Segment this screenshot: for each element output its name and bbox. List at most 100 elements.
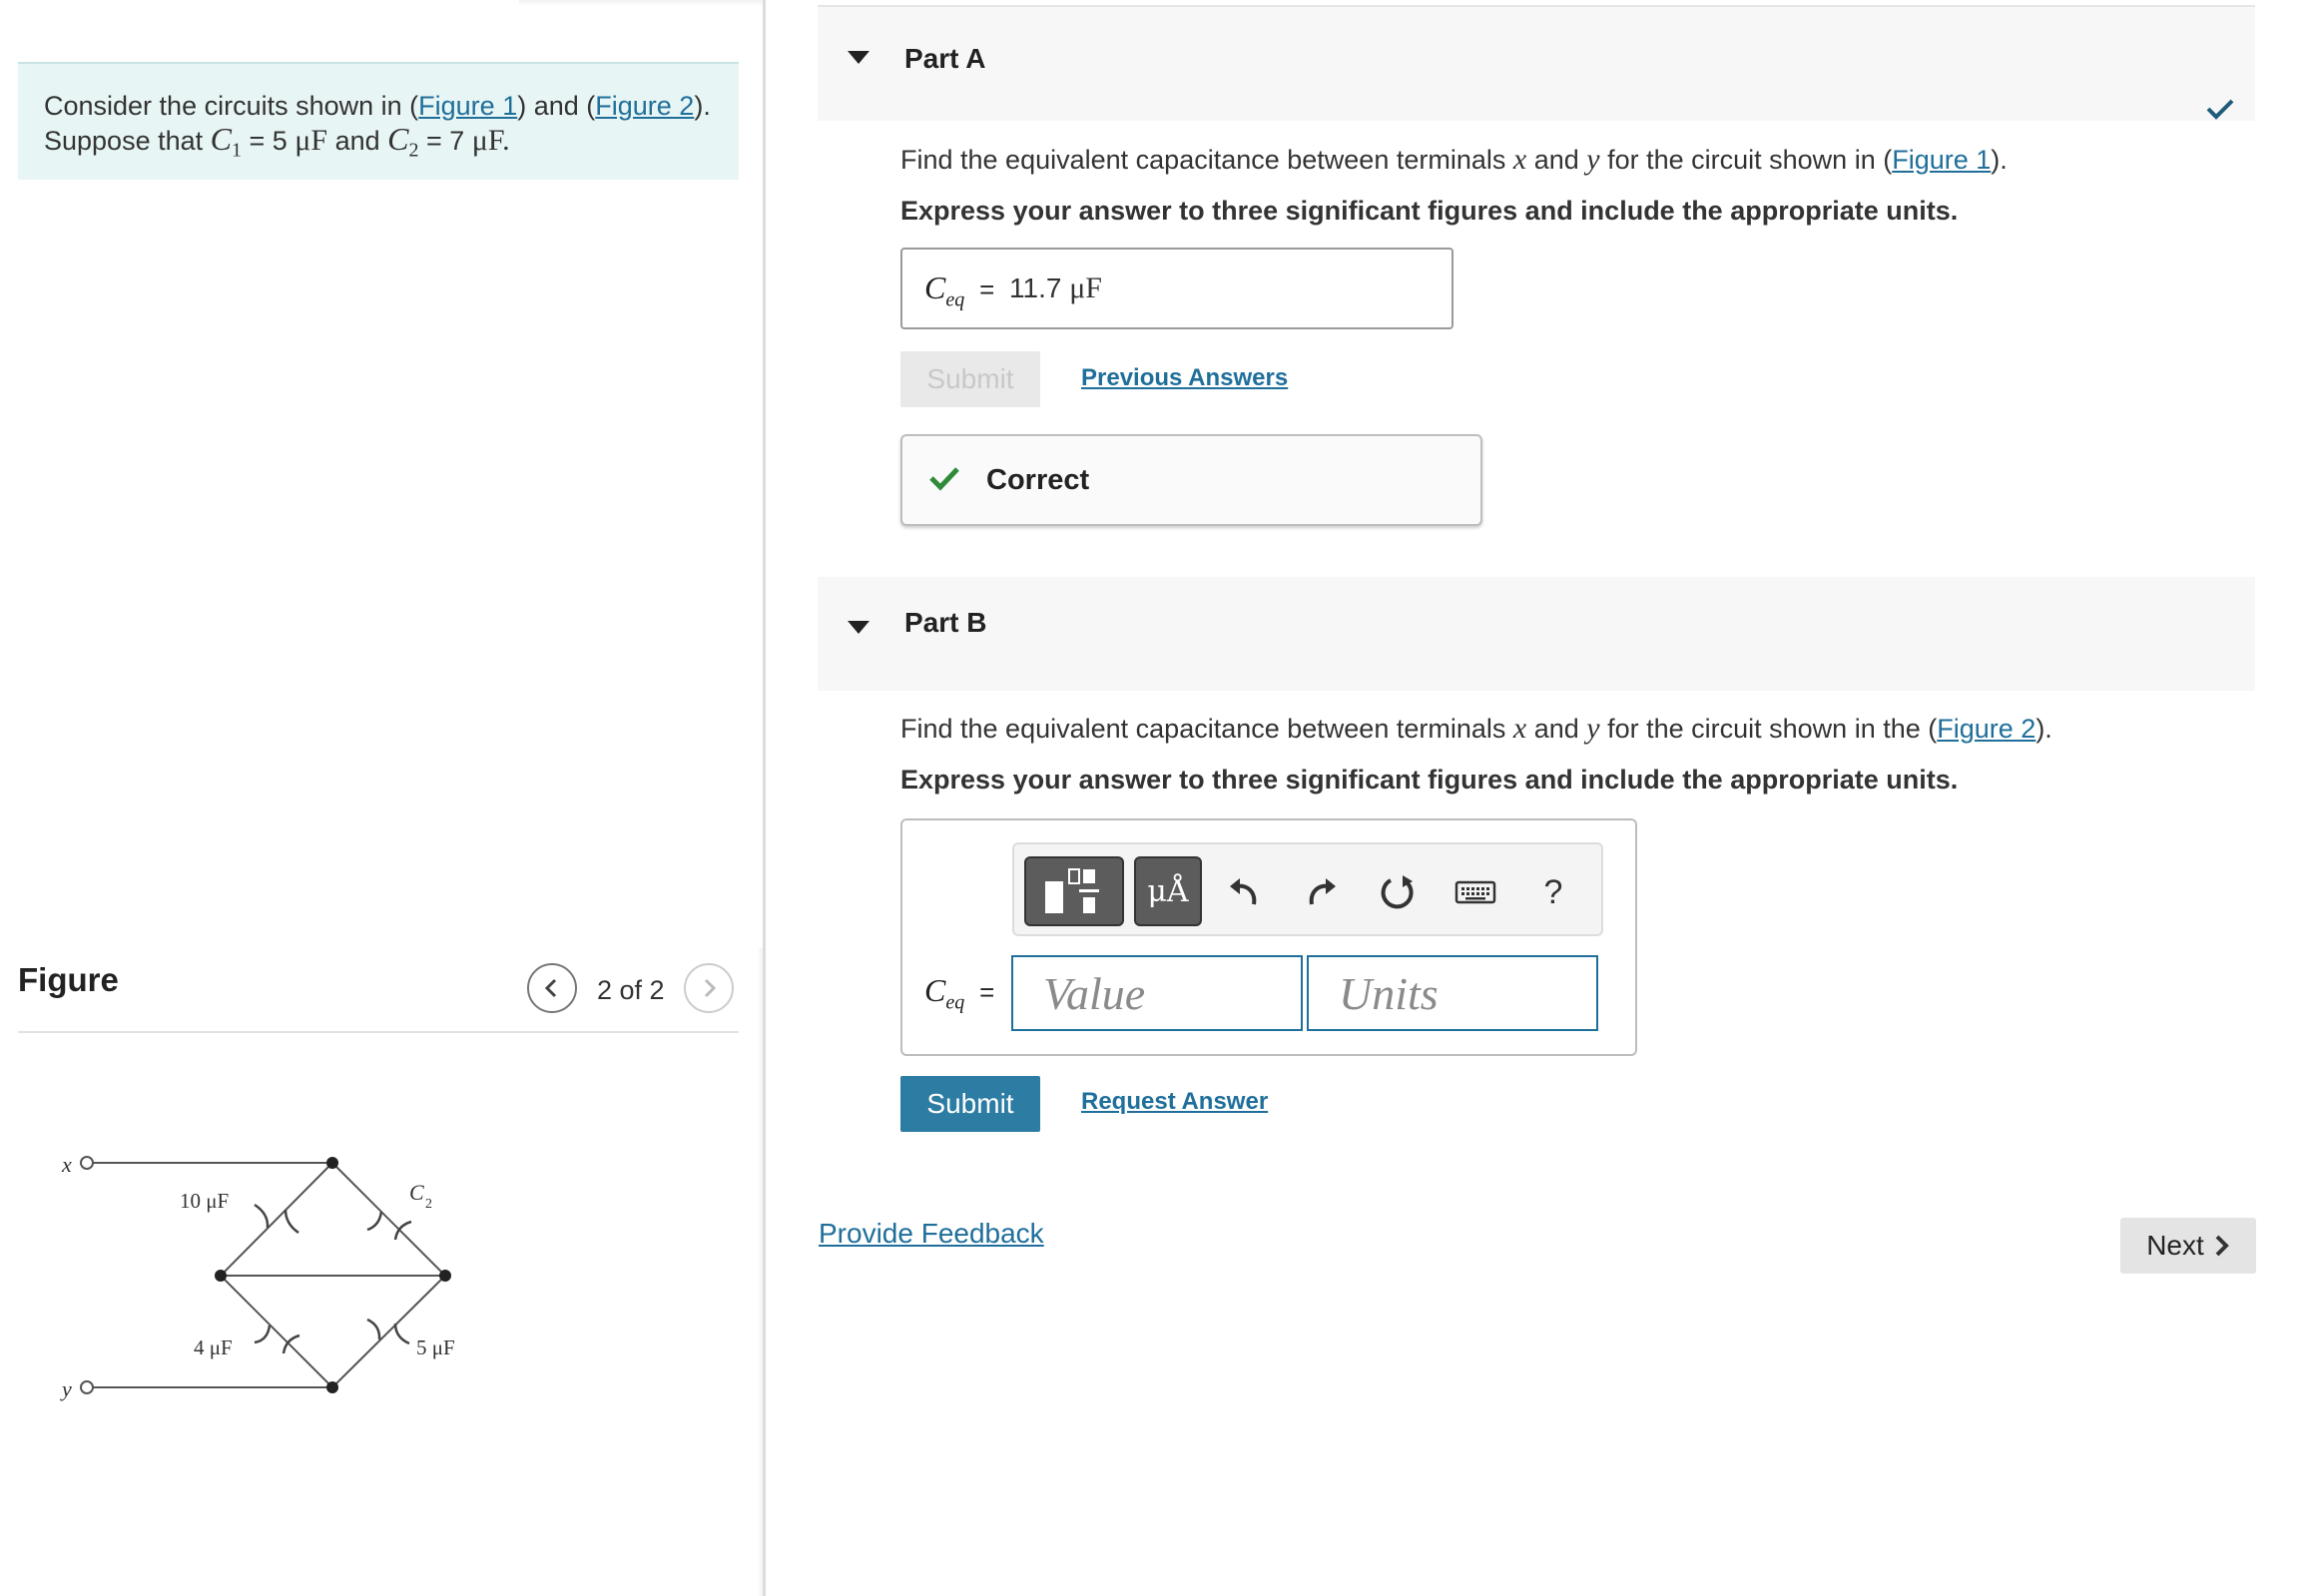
chevron-right-icon	[2215, 1235, 2229, 1257]
part-b-question: Find the equivalent capacitance between …	[900, 712, 2052, 746]
c2-symbol: C	[387, 121, 409, 157]
figure-next-button[interactable]	[684, 963, 734, 1013]
var-y: y	[1586, 143, 1600, 176]
answer-unit: μF	[1069, 271, 1102, 304]
c1-subscript: 1	[231, 139, 242, 162]
intro-text: ) and (	[517, 91, 596, 121]
question-text: Find the equivalent capacitance between …	[900, 145, 1513, 175]
figure-counter: 2 of 2	[597, 975, 665, 1005]
ceq-subscript: eq	[945, 991, 965, 1014]
intro-and: and	[327, 126, 388, 156]
intro-line-1: Consider the circuits shown in (Figure 1…	[44, 90, 713, 123]
part-a-instruction: Express your answer to three significant…	[900, 196, 1959, 226]
ceq-subscript: eq	[945, 288, 965, 311]
c2-equals: = 7	[418, 126, 472, 156]
intro-text: ).	[694, 91, 711, 121]
part-b-title: Part B	[904, 607, 987, 638]
panel-divider[interactable]	[763, 0, 766, 1596]
previous-answers-link[interactable]: Previous Answers	[1081, 364, 1288, 392]
undo-icon	[1230, 878, 1257, 905]
part-b-answer-box: μÅ ? Ceq = Value Units	[900, 818, 1637, 1056]
terminal-y-node	[80, 1380, 94, 1394]
redo-icon	[1309, 878, 1336, 905]
figure-prev-button[interactable]	[527, 963, 577, 1013]
part-b-submit-button[interactable]: Submit	[900, 1076, 1040, 1132]
ceq-symbol: C	[924, 269, 946, 305]
undo-button[interactable]	[1218, 866, 1270, 918]
part-a-title: Part A	[904, 43, 986, 74]
answer-number: 11.7	[1009, 272, 1070, 303]
top-shadow	[519, 0, 764, 6]
ceq-equals: =	[979, 977, 995, 1007]
cap-4uf-label: 4 μF	[194, 1335, 233, 1359]
cap-c2-label: C	[409, 1180, 424, 1205]
caret-down-icon[interactable]	[848, 621, 870, 634]
figure-1-link[interactable]: Figure 1	[418, 91, 517, 121]
ceq-equals: =	[979, 274, 995, 304]
ceq-label: Ceq =	[924, 269, 994, 311]
reset-icon	[1381, 875, 1414, 909]
var-y: y	[1586, 712, 1600, 745]
keyboard-button[interactable]	[1450, 866, 1501, 918]
question-text: for the circuit shown in the (	[1599, 714, 1938, 744]
next-label: Next	[2146, 1230, 2204, 1261]
cap-5uf-label: 5 μF	[416, 1335, 455, 1359]
reset-button[interactable]	[1372, 866, 1424, 918]
ceq-symbol: C	[924, 972, 946, 1008]
keyboard-icon	[1454, 880, 1496, 904]
redo-button[interactable]	[1296, 866, 1348, 918]
left-panel: Consider the circuits shown in (Figure 1…	[0, 0, 764, 1596]
figure-header: Figure 2 of 2	[18, 953, 739, 1033]
check-icon	[2206, 99, 2234, 120]
question-text: and	[1526, 714, 1587, 744]
var-x: x	[1512, 143, 1527, 176]
correct-feedback: Correct	[900, 434, 1482, 526]
terminal-y-label: y	[60, 1376, 72, 1401]
units-button[interactable]: μÅ	[1134, 856, 1202, 926]
c1-unit: μF	[294, 124, 328, 157]
request-answer-link[interactable]: Request Answer	[1081, 1088, 1268, 1116]
part-a-figure-link[interactable]: Figure 1	[1892, 145, 1991, 175]
part-b-header[interactable]: Part B	[818, 577, 2255, 691]
chevron-right-icon	[704, 978, 717, 998]
provide-feedback-link[interactable]: Provide Feedback	[819, 1218, 1044, 1250]
part-a-question: Find the equivalent capacitance between …	[900, 143, 2008, 177]
part-a-header[interactable]: Part A	[818, 5, 2255, 121]
value-input[interactable]: Value	[1011, 955, 1303, 1031]
part-a-answer-box: Ceq = 11.7 μF	[900, 248, 1453, 329]
units-input[interactable]: Units	[1307, 955, 1598, 1031]
circuit-wires	[90, 1162, 446, 1388]
question-text: ).	[1991, 145, 2008, 175]
part-b-figure-link[interactable]: Figure 2	[1937, 714, 2035, 744]
question-text: and	[1526, 145, 1587, 175]
templates-button[interactable]	[1024, 856, 1124, 926]
part-a-answer-value: 11.7 μF	[1009, 271, 1102, 305]
templates-icon	[1045, 868, 1099, 913]
c1-equals: = 5	[241, 126, 295, 156]
intro-text: Suppose that	[44, 126, 211, 156]
circuit-diagram: x y 10 μF C 2 4 μF 5 μF	[60, 1152, 455, 1401]
math-toolbar: μÅ ?	[1012, 842, 1603, 936]
caret-down-icon[interactable]	[848, 51, 870, 64]
figure-2-link[interactable]: Figure 2	[595, 91, 694, 121]
question-text: ).	[2035, 714, 2052, 744]
cap-c2-subscript: 2	[425, 1197, 432, 1212]
var-x: x	[1512, 712, 1527, 745]
ceq-label: Ceq =	[924, 972, 994, 1014]
c1-symbol: C	[210, 121, 232, 157]
help-button[interactable]: ?	[1527, 866, 1579, 918]
cap-10uf-label: 10 μF	[180, 1189, 229, 1213]
c2-subscript: 2	[408, 139, 419, 162]
terminal-x-node	[80, 1156, 94, 1170]
next-button[interactable]: Next	[2120, 1218, 2256, 1274]
figure-label: Figure	[18, 961, 119, 998]
c2-unit: μF.	[471, 124, 510, 157]
part-b-instruction: Express your answer to three significant…	[900, 765, 1959, 795]
terminal-x-label: x	[61, 1152, 72, 1177]
intro-text: Consider the circuits shown in (	[44, 91, 419, 121]
chevron-left-icon	[544, 978, 557, 998]
correct-check-icon	[929, 467, 959, 491]
question-text: Find the equivalent capacitance between …	[900, 714, 1513, 744]
problem-intro: Consider the circuits shown in (Figure 1…	[18, 62, 739, 180]
question-text: for the circuit shown in (	[1599, 145, 1893, 175]
